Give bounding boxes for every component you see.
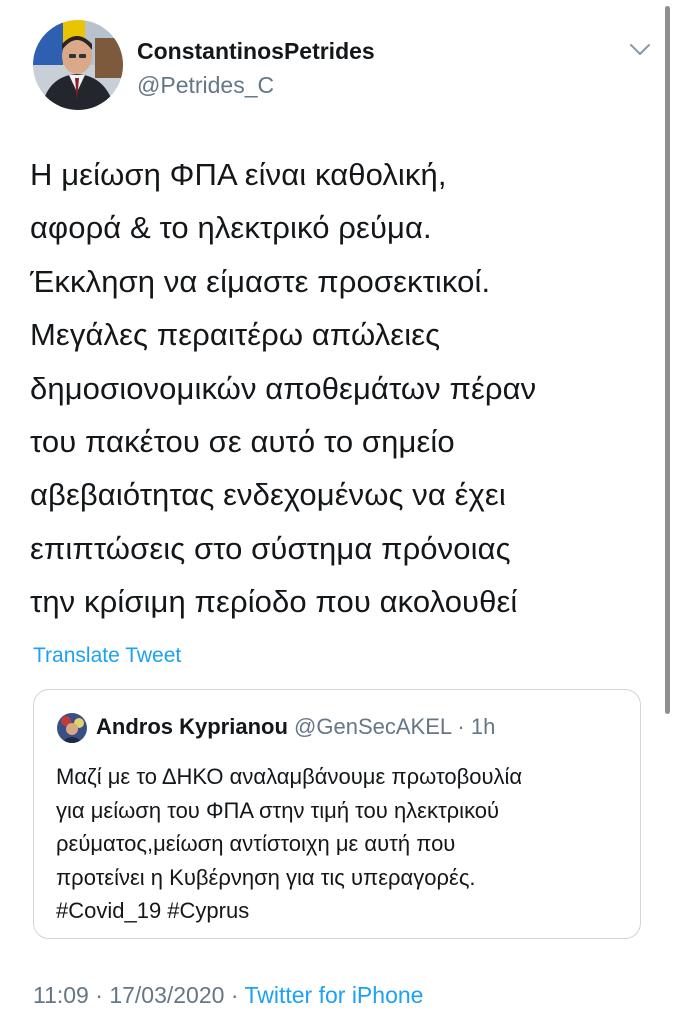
meta-separator: · (224, 982, 245, 1008)
tweet-text-line: Έκκληση να είμαστε προσεκτικοί. (30, 263, 491, 299)
quoted-text-line: #Covid_19 #Cyprus (56, 898, 250, 923)
quoted-text-line: ρεύματος,μείωση αντίστοιχη με αυτή που (56, 831, 456, 856)
tweet-header: ConstantinosPetrides @Petrides_C (33, 20, 653, 110)
chevron-down-icon[interactable] (627, 36, 653, 62)
tweet-text-line: αβεβαιότητας ενδεχομένως να έχει (30, 477, 506, 513)
quoted-text: Μαζί με το ΔΗΚΟ αναλαμβάνουμε πρωτοβουλί… (56, 760, 626, 928)
tweet-text: Η μείωση ΦΠΑ είναι καθολική, αφορά & το … (30, 148, 650, 629)
quoted-text-line: Μαζί με το ΔΗΚΟ αναλαμβάνουμε πρωτοβουλί… (56, 764, 523, 789)
tweet-text-line: επιπτώσεις στο σύστημα πρόνοιας (30, 530, 511, 566)
tweet-meta: 11:09 · 17/03/2020 · Twitter for iPhone (33, 982, 423, 1009)
author-avatar[interactable] (33, 20, 123, 110)
tweet-text-line: αφορά & το ηλεκτρικό ρεύμα. (30, 210, 432, 246)
quoted-separator: · (451, 714, 471, 739)
quoted-header: Andros Kyprianou @GenSecAKEL · 1h (96, 714, 495, 740)
scrollbar[interactable] (665, 6, 670, 714)
quoted-tweet-card[interactable]: Andros Kyprianou @GenSecAKEL · 1h Μαζί μ… (33, 689, 641, 939)
tweet-text-line: του πακέτου σε αυτό το σημείο (30, 424, 455, 460)
quoted-text-line: προτείνει η Κυβέρνηση για τις υπεραγορές… (56, 864, 476, 890)
quoted-age: 1h (470, 714, 496, 739)
tweet-time: 11:09 (33, 982, 89, 1008)
translate-tweet-link[interactable]: Translate Tweet (33, 644, 181, 668)
tweet-text-line: δημοσιονομικών αποθεμάτων πέραν (30, 370, 537, 406)
tweet-text-line: Μεγάλες περαιτέρω απώλειες (30, 317, 441, 353)
quoted-author-avatar (57, 713, 87, 743)
quoted-author-handle: @GenSecAKEL (294, 714, 452, 739)
tweet-date: 17/03/2020 (109, 982, 225, 1008)
quoted-text-line: για μείωση του ΦΠΑ στην τιμή του ηλεκτρι… (56, 797, 500, 823)
meta-separator: · (88, 982, 110, 1008)
author-handle[interactable]: @Petrides_C (137, 72, 274, 99)
tweet-text-line: την κρίσιμη περίοδο που ακολουθεί (30, 584, 518, 620)
quoted-author-name: Andros Kyprianou (96, 714, 288, 739)
author-name[interactable]: ConstantinosPetrides (137, 38, 375, 65)
tweet-text-line: Η μείωση ΦΠΑ είναι καθολική, (30, 157, 447, 192)
tweet-source-link[interactable]: Twitter for iPhone (244, 982, 423, 1008)
